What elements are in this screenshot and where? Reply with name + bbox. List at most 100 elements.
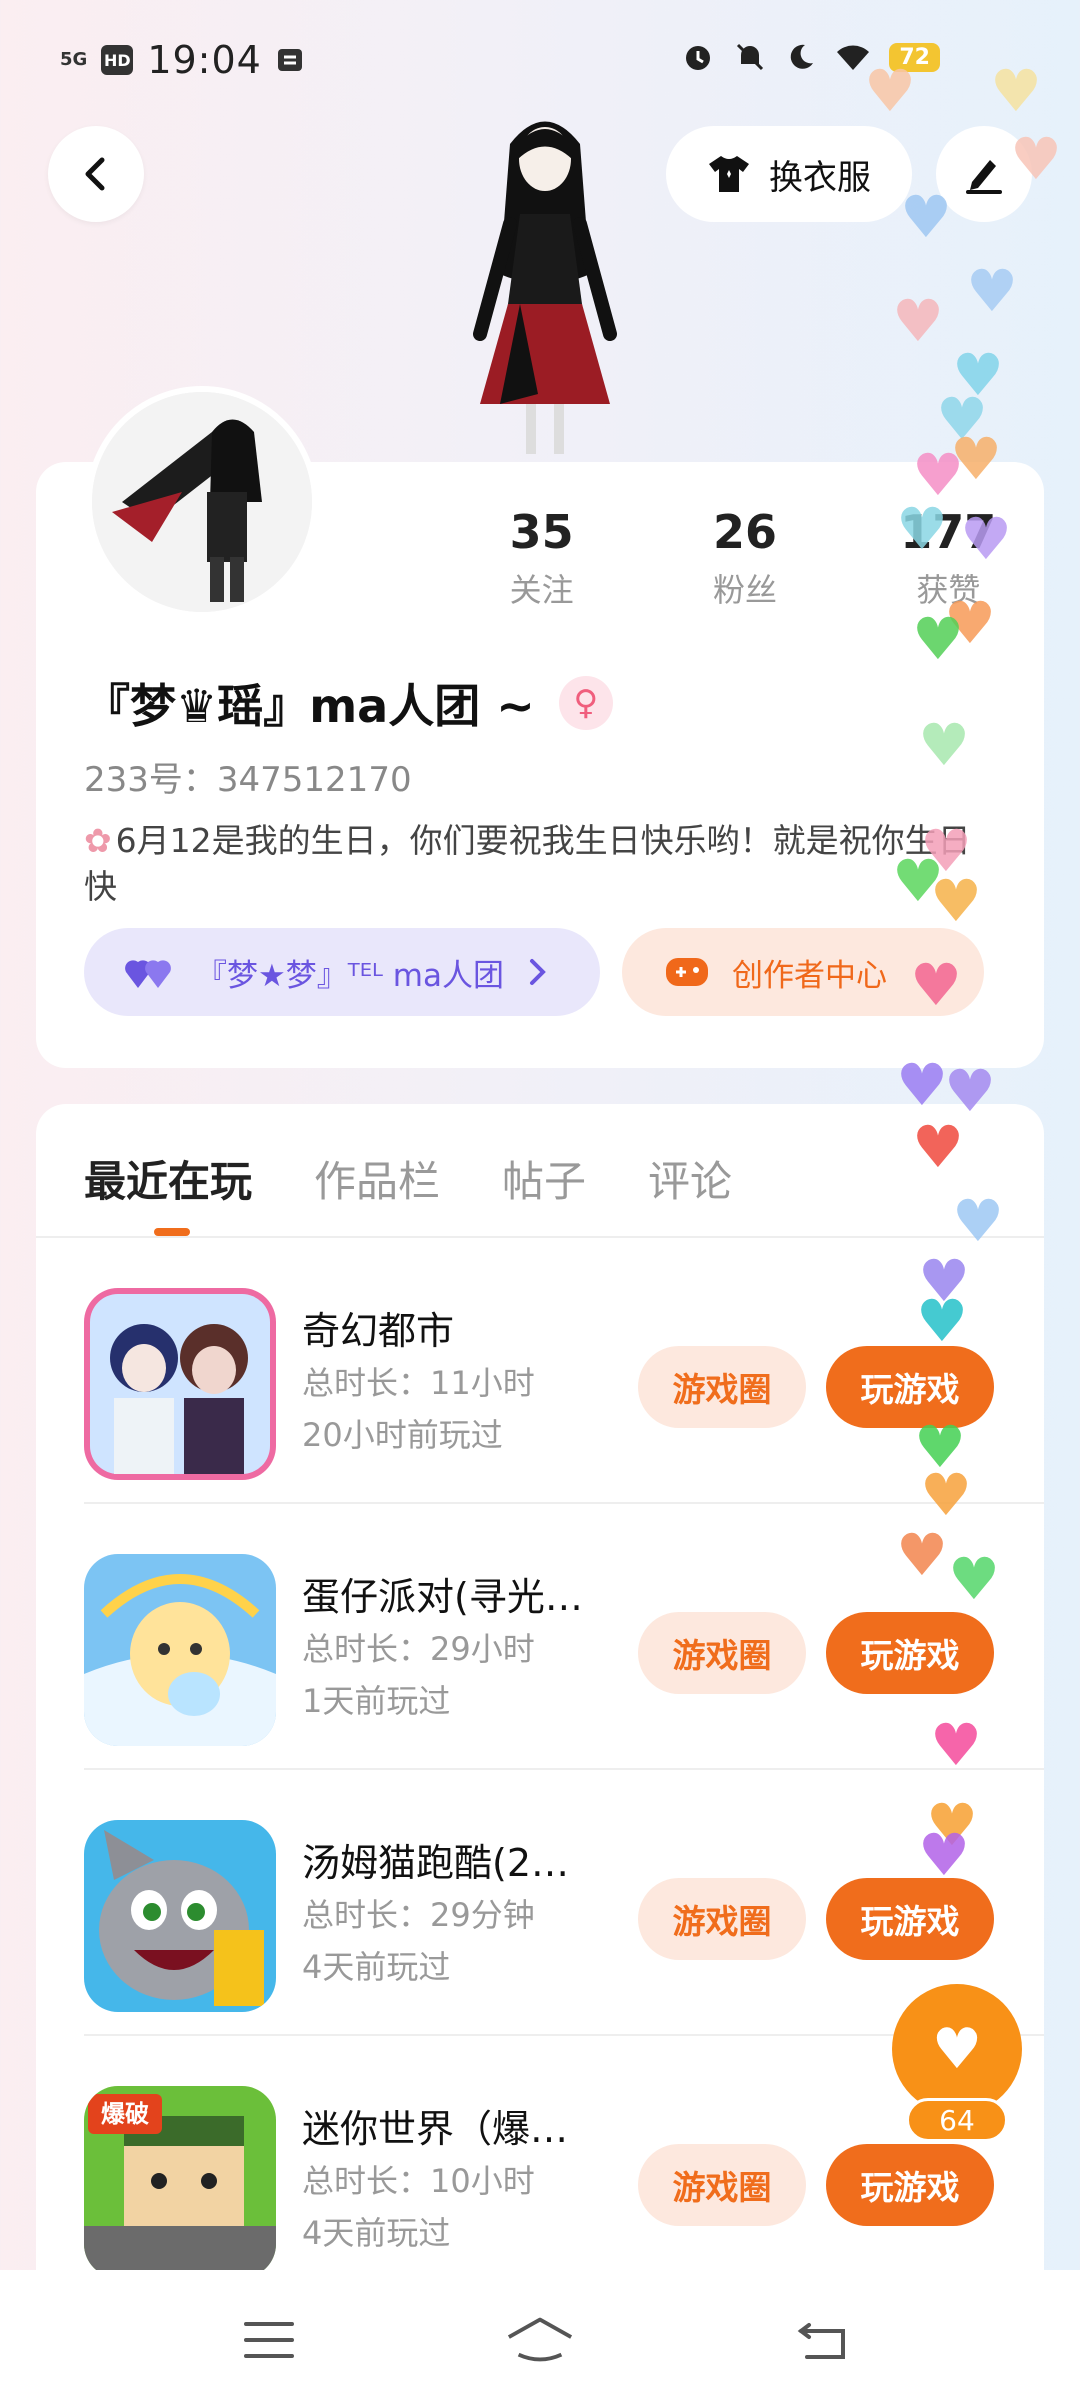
game-circle-button[interactable]: 游戏圈 bbox=[638, 1878, 806, 1960]
mini-world-art: 爆破 bbox=[84, 2086, 276, 2278]
likes-count: 177 bbox=[900, 505, 997, 559]
heart-icon: ♥ bbox=[896, 1521, 948, 1589]
game-title: 奇幻都市 bbox=[302, 1309, 455, 1353]
stat-following[interactable]: 35 关注 bbox=[440, 505, 643, 611]
tab-works[interactable]: 作品栏 bbox=[314, 1148, 440, 1209]
avatar[interactable] bbox=[86, 386, 318, 618]
shirt-icon bbox=[709, 156, 749, 192]
content-card: 最近在玩 作品栏 帖子 评论 奇幻都市 总时长：11小时 20小时前玩过 游戏圈… bbox=[36, 1104, 1044, 2400]
followers-label: 粉丝 bbox=[712, 571, 777, 609]
back-nav-button[interactable] bbox=[790, 2310, 860, 2370]
game-title: 蛋仔派对(寻光… bbox=[302, 1575, 583, 1619]
heart-icon: ♥ bbox=[990, 57, 1042, 125]
heart-icon: ♥ bbox=[918, 1821, 970, 1889]
tab-bar: 最近在玩 作品栏 帖子 评论 bbox=[84, 1148, 732, 1209]
moon-icon bbox=[791, 44, 814, 69]
heart-icon: ♥ bbox=[896, 495, 948, 563]
gamepad-icon bbox=[666, 958, 708, 986]
game-last-played: 1天前玩过 bbox=[302, 1682, 451, 1720]
back-arrow-icon bbox=[797, 2323, 845, 2359]
back-button[interactable] bbox=[48, 126, 144, 222]
chevron-right-icon bbox=[529, 959, 546, 985]
list-item[interactable]: 汤姆猫跑酷(2… 总时长：29分钟 4天前玩过 游戏圈 玩游戏 bbox=[84, 1770, 1044, 2036]
heart-icon: ♥ bbox=[864, 57, 916, 125]
mute-icon bbox=[737, 43, 764, 71]
heart-icon: ♥ bbox=[910, 951, 962, 1019]
clock: 19:04 bbox=[147, 38, 262, 82]
following-label: 关注 bbox=[509, 571, 574, 609]
stat-followers[interactable]: 26 粉丝 bbox=[643, 505, 846, 611]
list-item[interactable]: 奇幻都市 总时长：11小时 20小时前玩过 游戏圈 玩游戏 bbox=[84, 1238, 1044, 1504]
heart-icon: ♥ bbox=[931, 2016, 983, 2082]
heart-icon: ♥ bbox=[930, 1711, 982, 1779]
play-game-button[interactable]: 玩游戏 bbox=[826, 2144, 994, 2226]
menu-button[interactable] bbox=[234, 2310, 304, 2370]
home-button[interactable] bbox=[505, 2310, 575, 2370]
heart-icon: ♥ bbox=[918, 711, 970, 779]
fantasy-city-art bbox=[84, 1288, 276, 1480]
heart-icon: ♥ bbox=[930, 867, 982, 935]
heart-icon: ♥ bbox=[912, 1113, 964, 1181]
pencil-icon bbox=[966, 160, 1002, 194]
home-icon bbox=[507, 2317, 573, 2362]
heart-icon: ♥ bbox=[892, 287, 944, 355]
heart-icon: ♥ bbox=[896, 1051, 948, 1119]
heart-icon: ♥ bbox=[948, 1545, 1000, 1613]
game-title: 迷你世界（爆… bbox=[302, 2107, 569, 2151]
group-link-button[interactable]: 『梦★梦』ᵀᴱᴸ ma人团 bbox=[84, 928, 600, 1016]
female-icon: ♀ bbox=[558, 676, 613, 730]
followers-count: 26 bbox=[712, 505, 777, 559]
alarm-icon bbox=[686, 46, 711, 70]
heart-icon: ♥ bbox=[920, 1461, 972, 1529]
game-duration: 总时长：29分钟 bbox=[302, 1896, 535, 1934]
game-circle-button[interactable]: 游戏圈 bbox=[638, 1346, 806, 1428]
svg-text:爆破: 爆破 bbox=[101, 2100, 149, 2128]
game-circle-button[interactable]: 游戏圈 bbox=[638, 1612, 806, 1694]
game-last-played: 20小时前玩过 bbox=[302, 1416, 503, 1454]
game-icon-fantasy-city bbox=[84, 1288, 276, 1480]
tab-indicator bbox=[154, 1228, 190, 1236]
tab-recent-play[interactable]: 最近在玩 bbox=[84, 1148, 252, 1209]
play-game-button[interactable]: 玩游戏 bbox=[826, 1878, 994, 1960]
game-title: 汤姆猫跑酷(2… bbox=[302, 1841, 570, 1885]
creator-center-label: 创作者中心 bbox=[732, 957, 887, 994]
bio-text: 6月12是我的生日，你们要祝我生日快乐哟！就是祝你生日快 bbox=[84, 821, 971, 906]
avatar-character-figure[interactable] bbox=[440, 104, 650, 464]
like-count-badge: 64 bbox=[906, 2098, 1008, 2142]
data-saver-icon bbox=[277, 49, 302, 71]
heart-icon: ♥ bbox=[912, 605, 964, 673]
group-label: 『梦★梦』ᵀᴱᴸ ma人团 bbox=[196, 957, 504, 994]
heart-icon: ♥ bbox=[900, 183, 952, 251]
game-icon-eggy-party bbox=[84, 1554, 276, 1746]
menu-icon bbox=[244, 2322, 294, 2358]
heart-icon: ♥ bbox=[916, 1287, 968, 1355]
game-duration: 总时长：29小时 bbox=[302, 1630, 535, 1668]
tab-posts[interactable]: 帖子 bbox=[502, 1148, 586, 1209]
game-last-played: 4天前玩过 bbox=[302, 2214, 451, 2252]
game-circle-button[interactable]: 游戏圈 bbox=[638, 2144, 806, 2226]
tom-runner-art bbox=[84, 1820, 276, 2012]
like-button[interactable]: ♥ bbox=[892, 1984, 1022, 2114]
game-duration: 总时长：11小时 bbox=[302, 1364, 535, 1402]
change-outfit-button[interactable]: 换衣服 bbox=[666, 126, 912, 222]
play-game-button[interactable]: 玩游戏 bbox=[826, 1346, 994, 1428]
chevron-left-icon bbox=[85, 157, 105, 191]
following-count: 35 bbox=[509, 505, 574, 559]
tab-comments[interactable]: 评论 bbox=[648, 1148, 732, 1209]
avatar-image bbox=[92, 392, 312, 612]
play-game-button[interactable]: 玩游戏 bbox=[826, 1612, 994, 1694]
username: 『梦♛瑶』ma人团 ~ bbox=[84, 679, 535, 733]
heart-icon: ♥ bbox=[966, 257, 1018, 325]
heart-icon: ♥ bbox=[952, 1187, 1004, 1255]
hd-badge: HD bbox=[101, 45, 134, 75]
change-outfit-label: 换衣服 bbox=[769, 157, 871, 198]
bio: ✿ 6月12是我的生日，你们要祝我生日快乐哟！就是祝你生日快 bbox=[84, 818, 984, 910]
heart-icon: ♥ bbox=[950, 425, 1002, 493]
status-bar: 5G HD 19:04 72 bbox=[0, 0, 1080, 120]
user-id: 233号：347512170 bbox=[84, 760, 412, 800]
eggy-party-art bbox=[84, 1554, 276, 1746]
heart-icon: ♥ bbox=[960, 505, 1012, 573]
game-last-played: 4天前玩过 bbox=[302, 1948, 451, 1986]
flower-icon: ✿ bbox=[84, 821, 112, 860]
system-nav-bar bbox=[0, 2270, 1080, 2400]
